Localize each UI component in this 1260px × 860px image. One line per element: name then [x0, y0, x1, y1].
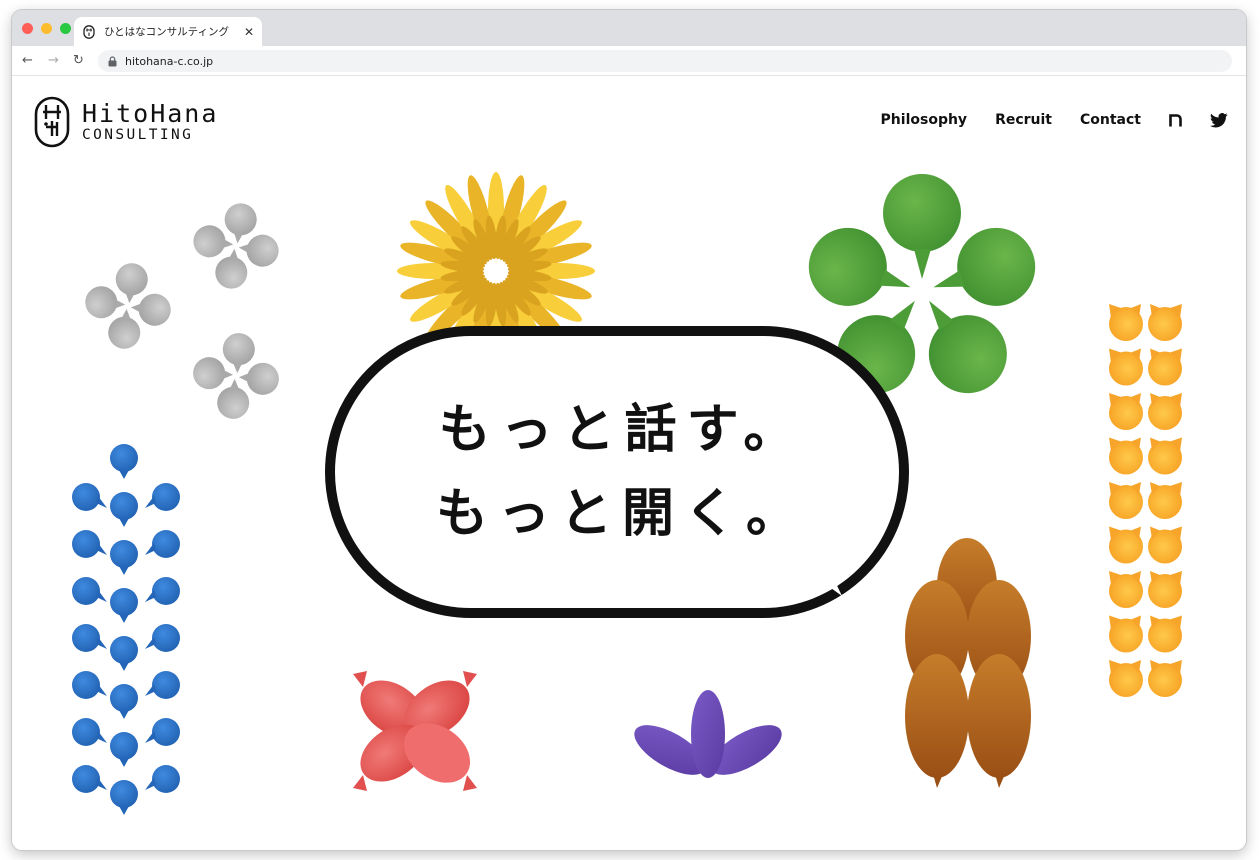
- brown-pods: [905, 538, 1031, 788]
- web-page: HitoHana CONSULTING Philosophy Recruit C…: [12, 76, 1246, 850]
- gray-flower-cluster: [79, 196, 286, 424]
- hitohana-logo-icon: [34, 96, 70, 148]
- forward-arrow-icon[interactable]: →: [48, 54, 59, 68]
- orange-cat-column: [1109, 304, 1182, 697]
- nav-philosophy[interactable]: Philosophy: [881, 112, 968, 128]
- tab-title: ひとはなコンサルティング: [104, 26, 230, 38]
- red-flower: [353, 671, 477, 791]
- logo-subtitle: CONSULTING: [82, 127, 194, 143]
- blue-bubble-column: [72, 444, 180, 815]
- hero-headline: もっと話す。 もっと開く。: [330, 331, 904, 613]
- twitter-icon[interactable]: [1210, 112, 1228, 128]
- window-controls: [22, 23, 71, 34]
- close-window-button[interactable]: [22, 23, 33, 34]
- nav-contact[interactable]: Contact: [1080, 112, 1141, 128]
- main-nav: Philosophy Recruit Contact: [881, 112, 1228, 128]
- lock-icon: [108, 55, 117, 66]
- note-icon[interactable]: [1169, 113, 1182, 127]
- tab-bar: ひとはなコンサルティング ✕: [12, 10, 1246, 46]
- reload-icon[interactable]: ↻: [73, 54, 84, 68]
- site-logo[interactable]: HitoHana CONSULTING: [34, 96, 218, 148]
- back-arrow-icon[interactable]: ←: [22, 54, 33, 68]
- browser-tab[interactable]: ひとはなコンサルティング ✕: [74, 17, 262, 46]
- browser-window: ひとはなコンサルティング ✕ ← → ↻ hitohana-c.co.jp Hi…: [12, 10, 1246, 850]
- minimize-window-button[interactable]: [41, 23, 52, 34]
- url-text: hitohana-c.co.jp: [125, 54, 214, 68]
- purple-leaves: [634, 690, 782, 778]
- nav-recruit[interactable]: Recruit: [995, 112, 1052, 128]
- maximize-window-button[interactable]: [60, 23, 71, 34]
- url-field[interactable]: hitohana-c.co.jp: [98, 50, 1232, 72]
- favicon-icon: [82, 24, 96, 39]
- hero-line-2: もっと開く。: [435, 484, 808, 544]
- address-bar: ← → ↻ hitohana-c.co.jp: [12, 46, 1246, 76]
- tab-close-icon[interactable]: ✕: [244, 26, 254, 38]
- hero-line-1: もっと話す。: [438, 400, 806, 460]
- logo-wordmark: HitoHana: [82, 99, 219, 128]
